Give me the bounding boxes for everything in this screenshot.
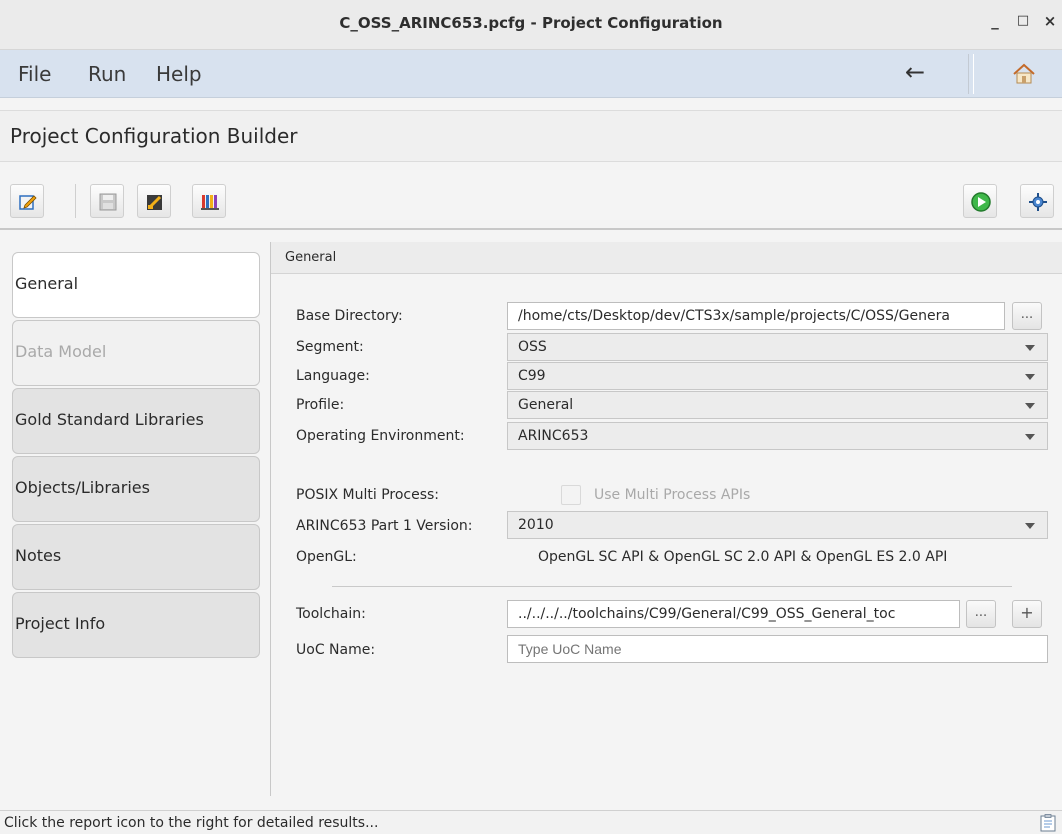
panel-title: General bbox=[285, 250, 337, 265]
arinc-version-value: 2010 bbox=[518, 517, 554, 533]
window-title: C_OSS_ARINC653.pcfg - Project Configurat… bbox=[339, 14, 723, 32]
status-text: Click the report icon to the right for d… bbox=[4, 815, 379, 831]
tab-general[interactable]: General bbox=[12, 252, 260, 318]
tab-project-info-label: Project Info bbox=[15, 613, 106, 633]
clear-button[interactable] bbox=[137, 184, 171, 218]
profile-label: Profile: bbox=[296, 397, 345, 413]
menu-separator bbox=[968, 54, 974, 94]
tab-objects-libraries-label: Objects/Libraries bbox=[15, 477, 150, 497]
panel-divider bbox=[270, 242, 271, 796]
tab-general-label: General bbox=[15, 273, 79, 293]
run-icon bbox=[971, 192, 991, 212]
chevron-down-icon bbox=[1025, 523, 1035, 529]
segment-label: Segment: bbox=[296, 339, 364, 355]
toolbar-separator bbox=[75, 184, 76, 218]
base-directory-browse-button[interactable]: ... bbox=[1012, 302, 1042, 330]
base-directory-label: Base Directory: bbox=[296, 308, 403, 324]
operating-environment-label: Operating Environment: bbox=[296, 428, 465, 444]
tab-data-model: Data Model bbox=[12, 320, 260, 386]
language-select[interactable]: C99 bbox=[507, 362, 1048, 390]
opengl-value: OpenGL SC API & OpenGL SC 2.0 API & Open… bbox=[538, 549, 948, 565]
segment-value: OSS bbox=[518, 339, 547, 355]
toolbar bbox=[0, 176, 1062, 230]
uoc-name-input[interactable] bbox=[507, 635, 1048, 663]
segment-select[interactable]: OSS bbox=[507, 333, 1048, 361]
run-button[interactable] bbox=[963, 184, 997, 218]
section-divider bbox=[332, 586, 1012, 587]
opengl-label: OpenGL: bbox=[296, 549, 357, 565]
maximize-button[interactable]: □ bbox=[1013, 13, 1033, 37]
base-directory-field[interactable]: /home/cts/Desktop/dev/CTS3x/sample/proje… bbox=[507, 302, 1005, 330]
home-icon[interactable] bbox=[1012, 62, 1036, 86]
menu-file[interactable]: File bbox=[18, 62, 51, 86]
panel-header: General bbox=[271, 242, 1062, 274]
tab-notes-label: Notes bbox=[15, 545, 62, 565]
tab-notes[interactable]: Notes bbox=[12, 524, 260, 590]
chevron-down-icon bbox=[1025, 345, 1035, 351]
menu-run[interactable]: Run bbox=[88, 62, 126, 86]
uoc-name-label: UoC Name: bbox=[296, 642, 376, 658]
arinc-version-label: ARINC653 Part 1 Version: bbox=[296, 518, 473, 534]
clear-icon bbox=[147, 195, 162, 210]
posix-multi-process-label: POSIX Multi Process: bbox=[296, 487, 440, 503]
edit-button[interactable] bbox=[10, 184, 44, 218]
close-button[interactable]: × bbox=[1040, 12, 1060, 36]
save-icon bbox=[99, 193, 117, 211]
tab-gold-standard-libraries[interactable]: Gold Standard Libraries bbox=[12, 388, 260, 454]
chevron-down-icon bbox=[1025, 434, 1035, 440]
builder-header: Project Configuration Builder bbox=[0, 110, 1062, 162]
back-arrow-icon[interactable]: ← bbox=[905, 58, 925, 86]
tab-objects-libraries[interactable]: Objects/Libraries bbox=[12, 456, 260, 522]
library-icon bbox=[201, 195, 219, 210]
chevron-down-icon bbox=[1025, 403, 1035, 409]
tab-gold-standard-libraries-label: Gold Standard Libraries bbox=[15, 409, 204, 429]
arinc-version-select[interactable]: 2010 bbox=[507, 511, 1048, 539]
chevron-down-icon bbox=[1025, 374, 1035, 380]
tab-project-info[interactable]: Project Info bbox=[12, 592, 260, 658]
multi-process-checkbox bbox=[561, 485, 581, 505]
status-bar: Click the report icon to the right for d… bbox=[0, 810, 1062, 834]
settings-button[interactable] bbox=[1020, 184, 1054, 218]
library-button[interactable] bbox=[192, 184, 226, 218]
operating-environment-select[interactable]: ARINC653 bbox=[507, 422, 1048, 450]
toolchain-field[interactable]: ../../../../toolchains/C99/General/C99_O… bbox=[507, 600, 960, 628]
report-icon[interactable] bbox=[1040, 814, 1056, 832]
language-value: C99 bbox=[518, 368, 546, 384]
page-title: Project Configuration Builder bbox=[10, 124, 298, 148]
menu-bar: File Run Help ← bbox=[0, 50, 1062, 98]
tab-data-model-label: Data Model bbox=[15, 341, 107, 361]
toolchain-add-button[interactable]: + bbox=[1012, 600, 1042, 628]
minimize-button[interactable]: _ bbox=[985, 12, 1005, 36]
multi-process-checkbox-label: Use Multi Process APIs bbox=[594, 487, 751, 503]
profile-select[interactable]: General bbox=[507, 391, 1048, 419]
edit-icon bbox=[19, 195, 37, 210]
title-bar: C_OSS_ARINC653.pcfg - Project Configurat… bbox=[0, 0, 1062, 50]
menu-help[interactable]: Help bbox=[156, 62, 202, 86]
operating-environment-value: ARINC653 bbox=[518, 428, 589, 444]
profile-value: General bbox=[518, 397, 574, 413]
language-label: Language: bbox=[296, 368, 370, 384]
settings-icon bbox=[1029, 193, 1047, 211]
toolchain-label: Toolchain: bbox=[296, 606, 366, 622]
toolchain-browse-button[interactable]: ... bbox=[966, 600, 996, 628]
save-button[interactable] bbox=[90, 184, 124, 218]
